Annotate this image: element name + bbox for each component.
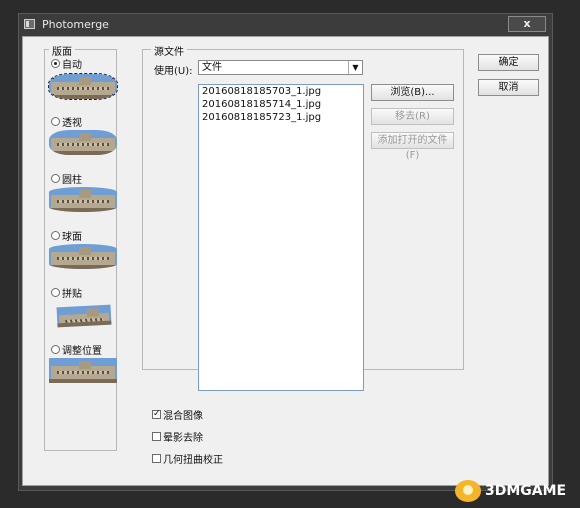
radio-cylindrical[interactable]: 圆柱 [51,171,82,186]
source-group-legend: 源文件 [151,43,187,58]
radio-label: 透视 [62,118,82,129]
list-item[interactable]: 20160818185703_1.jpg [199,85,363,98]
spherical-preview-image [49,244,117,269]
radio-auto[interactable]: 自动 [51,56,82,71]
corner-handle-icon [112,74,117,79]
radio-reposition[interactable]: 调整位置 [51,342,102,357]
checkbox-label: 晕影去除 [163,433,203,444]
radio-collage[interactable]: 拼贴 [51,285,82,300]
checkbox-box-icon [152,454,161,463]
geometric-distortion-checkbox[interactable]: 几何扭曲校正 [152,451,223,466]
radio-dot-icon [51,345,60,354]
radio-dot-icon [51,231,60,240]
checkbox-label: 几何扭曲校正 [163,455,223,466]
checkbox-label: 混合图像 [163,411,203,422]
blend-images-checkbox[interactable]: ✓ 混合图像 [152,407,203,422]
radio-label: 拼贴 [62,289,82,300]
chevron-down-icon: ▼ [348,61,362,74]
ok-button[interactable]: 确定 [478,54,539,71]
use-dropdown-value: 文件 [202,62,222,73]
reposition-preview-image [49,358,117,383]
radio-dot-icon [51,288,60,297]
list-item[interactable]: 20160818185714_1.jpg [199,98,363,111]
window-title: Photomerge [42,18,109,31]
use-dropdown[interactable]: 文件 ▼ [198,60,363,75]
browse-button[interactable]: 浏览(B)... [371,84,454,101]
collage-preview-image [56,304,112,328]
title-bar: Photomerge x [19,14,552,36]
cylindrical-preview-image [49,187,117,212]
use-label: 使用(U): [154,66,193,77]
radio-spherical[interactable]: 球面 [51,228,82,243]
radio-label: 自动 [62,60,82,71]
watermark: 3DMGAME [455,480,566,502]
file-list[interactable]: 20160818185703_1.jpg 20160818185714_1.jp… [198,84,364,391]
close-button[interactable]: x [508,16,546,32]
auto-preview-image [48,73,118,100]
cancel-button[interactable]: 取消 [478,79,539,96]
perspective-preview-image [49,130,117,155]
radio-label: 球面 [62,232,82,243]
list-item[interactable]: 20160818185723_1.jpg [199,111,363,124]
radio-label: 调整位置 [62,346,102,357]
add-open-files-button[interactable]: 添加打开的文件(F) [371,132,454,161]
layout-group: 版面 自动 透视 圆柱 球面 拼贴 调整位置 [44,43,118,451]
radio-label: 圆柱 [62,175,82,186]
radio-dot-icon [51,117,60,126]
vignette-removal-checkbox[interactable]: 晕影去除 [152,429,203,444]
radio-dot-icon [51,174,60,183]
radio-dot-icon [51,59,60,68]
corner-handle-icon [49,74,54,79]
app-icon [24,19,35,29]
3dmgame-logo-icon [455,480,481,502]
dialog-body: 版面 自动 透视 圆柱 球面 拼贴 调整位置 源文件 使用(U): 文件 ▼ 2… [22,36,549,486]
source-files-group: 源文件 使用(U): 文件 ▼ 20160818185703_1.jpg 201… [142,43,464,391]
corner-handle-icon [112,94,117,99]
corner-handle-icon [49,94,54,99]
radio-perspective[interactable]: 透视 [51,114,82,129]
checkbox-box-icon [152,432,161,441]
remove-button[interactable]: 移去(R) [371,108,454,125]
checkmark-icon: ✓ [152,409,161,419]
photomerge-dialog: Photomerge x 版面 自动 透视 圆柱 球面 拼贴 调整位置 源文件 … [18,13,553,491]
watermark-text: 3DMGAME [485,483,567,499]
